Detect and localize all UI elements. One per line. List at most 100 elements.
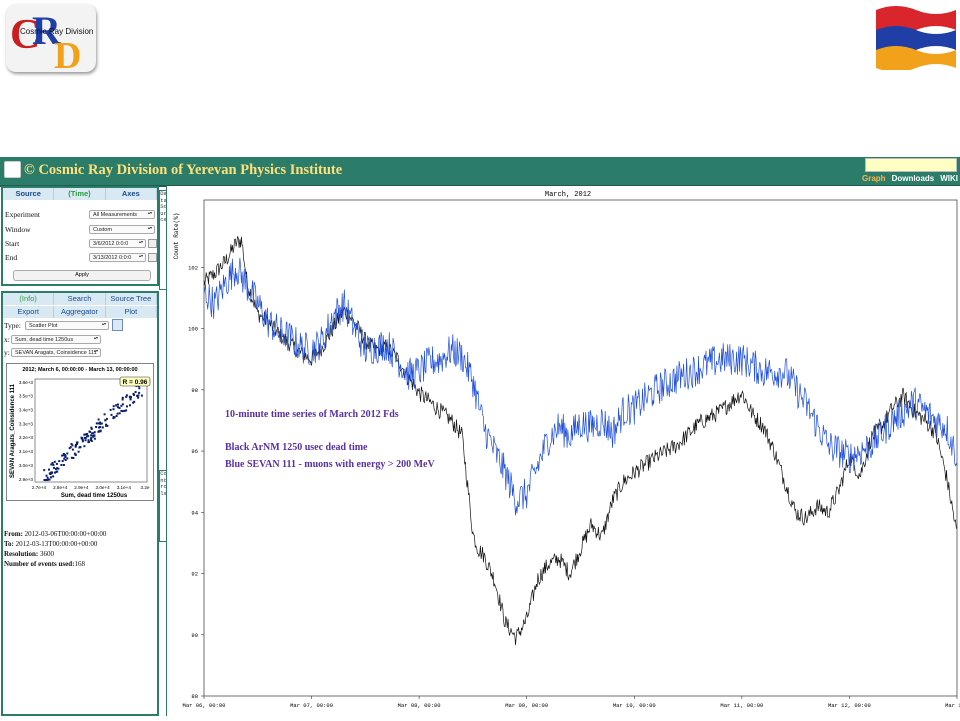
scatter-x-tick-label: 3.1e+4 [117, 485, 132, 490]
start-field[interactable]: 3/6/2012 0:0:0 [89, 239, 146, 248]
scatter-point [63, 457, 66, 460]
tab-plot[interactable]: Plot [106, 306, 157, 318]
scatter-point [103, 413, 106, 416]
scatter-point [79, 446, 82, 448]
window-select[interactable]: Custom [89, 225, 155, 234]
top-nav: Graph Downloads WIKI [862, 174, 960, 183]
scatter-point [72, 457, 75, 459]
scatter-point [45, 474, 48, 477]
end-field[interactable]: 3/13/2012 0:0:0 [89, 253, 146, 262]
scatter-point [138, 391, 141, 394]
resolution-label: Resolution: [4, 550, 39, 558]
experiment-select[interactable]: All Measurements [89, 210, 155, 219]
scatter-point [132, 392, 135, 395]
x-tick-label: Mar 08, 00:00 [398, 702, 441, 709]
correlation-value: R = 0.96 [123, 379, 148, 386]
x-axis-label: x: [4, 335, 10, 344]
tab-axes[interactable]: Axes [106, 188, 157, 200]
scatter-point [71, 448, 74, 451]
scatter-point [84, 436, 86, 439]
scatter-point [97, 430, 100, 433]
scatter-point [68, 447, 71, 450]
nav-wiki[interactable]: WIKI [940, 174, 958, 183]
plot-tabs-row1: (Info) Search Source Tree [3, 293, 157, 305]
scatter-point [66, 452, 69, 455]
scatter-point [113, 416, 116, 419]
tab-aggregator[interactable]: Aggregator [54, 306, 106, 318]
scatter-point [46, 476, 49, 479]
nav-graph[interactable]: Graph [862, 174, 886, 183]
scatter-point [52, 475, 55, 478]
scatter-y-tick-label: 3.0e+3 [19, 463, 34, 468]
logo-text: Cosmic Ray Division [20, 27, 93, 36]
scatter-point [53, 460, 56, 463]
info-resolution: Resolution: 3600 [4, 550, 54, 558]
scatter-point [105, 417, 108, 420]
scatter-x-tick-label: 2.7e+4 [32, 485, 47, 490]
scatter-point [92, 432, 95, 435]
x-axis-select[interactable]: Sum, dead time 1250us [11, 335, 101, 344]
end-calendar-icon[interactable] [148, 253, 157, 262]
series-sevan-line [203, 257, 958, 516]
scatter-point [86, 435, 89, 438]
scatter-title: 2012; March 6, 00:00:00 - March 13, 00:0… [22, 367, 137, 373]
scatter-y-tick-label: 3.5e+3 [19, 394, 34, 399]
tab-info[interactable]: (Info) [3, 293, 55, 305]
scatter-point [53, 466, 55, 469]
scatter-point [129, 398, 132, 401]
tab-source-tree[interactable]: Source Tree [106, 293, 157, 305]
scatter-point [125, 394, 128, 397]
scatter-point [89, 430, 92, 433]
scatter-point [120, 404, 123, 407]
tab-export[interactable]: Export [3, 306, 55, 318]
scatter-point [115, 415, 118, 417]
y-axis-select[interactable]: SEVAN Aragats, Coinsidence 111 [11, 348, 101, 357]
type-select[interactable]: Scatter Plot [25, 321, 109, 330]
scatter-xlabel: Sum, dead time 1250us [61, 493, 128, 499]
nav-downloads[interactable]: Downloads [892, 174, 935, 183]
search-input[interactable] [865, 158, 957, 172]
scatter-point [90, 439, 92, 442]
scatter-point [99, 422, 102, 425]
time-series-chart: March, 2012 Count Rate(%) 88 90 92 94 96 98 10… [173, 191, 960, 709]
app-logo-icon [4, 161, 21, 178]
chart-ylabel: Count Rate(%) [173, 213, 180, 260]
scatter-point [58, 460, 61, 463]
scatter-point [101, 426, 104, 429]
scatter-point [110, 413, 113, 416]
scatter-plot: 2012; March 6, 00:00:00 - March 13, 00:0… [6, 363, 154, 501]
x-tick-label: Mar 09, 00:00 [505, 702, 548, 709]
plot-tabs-row2: Export Aggregator Plot [3, 306, 157, 318]
x-tick-label: Mar 12, 00:00 [828, 702, 871, 709]
apply-button[interactable]: Apply [13, 270, 151, 281]
start-calendar-icon[interactable] [148, 239, 157, 248]
scatter-x-tick-label: 2.8e+4 [53, 485, 68, 490]
from-label: From: [4, 530, 23, 538]
scatter-point [87, 439, 90, 442]
y-tick-label: 102 [188, 264, 198, 271]
events-label: Number of events used: [4, 560, 75, 568]
source-panel: Source (Time) Axes Experiment All Measur… [1, 186, 159, 286]
source-tabs: Source (Time) Axes [3, 188, 157, 200]
scatter-point [55, 462, 58, 465]
scatter-point [97, 422, 100, 425]
scatter-point [133, 400, 136, 403]
scatter-point [43, 469, 46, 472]
scatter-point [74, 453, 77, 456]
experiment-label: Experiment [5, 210, 40, 219]
y-tick-label: 92 [191, 571, 198, 578]
edit-icon[interactable] [112, 319, 123, 331]
scatter-x-tick-label: 3.0e+4 [96, 485, 111, 490]
scatter-point [52, 463, 55, 466]
tab-time[interactable]: (Time) [54, 188, 106, 200]
scatter-point [62, 464, 65, 466]
scatter-point [90, 434, 93, 437]
scatter-point [125, 409, 128, 412]
scatter-point [93, 434, 96, 437]
tab-source[interactable]: Source [3, 188, 55, 200]
x-tick-label: Mar 10, 00:00 [613, 702, 656, 709]
resolution-value: 3600 [39, 550, 54, 558]
to-value: 2012-03-13T00:00:00+00:00 [15, 540, 98, 548]
scatter-point [50, 476, 52, 479]
tab-search[interactable]: Search [54, 293, 106, 305]
